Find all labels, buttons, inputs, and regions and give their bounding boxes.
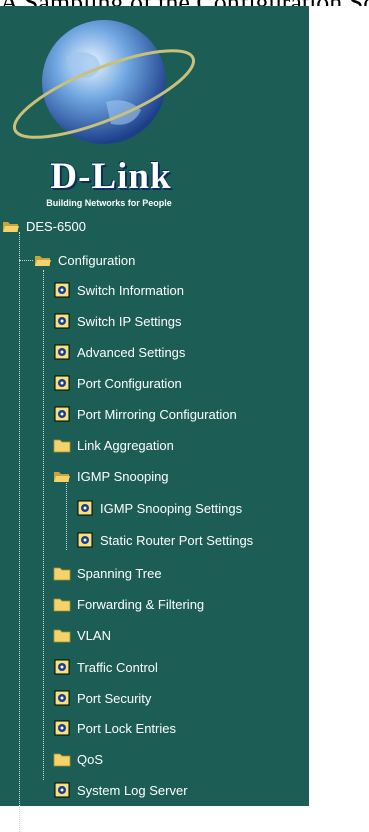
page-icon: [54, 282, 70, 298]
tree-item-label: VLAN: [77, 627, 111, 643]
tree-item-igmp-snooping-settings[interactable]: IGMP Snooping Settings: [76, 498, 242, 518]
dlink-logo: D-Link Building Networks for People: [6, 12, 212, 208]
page-icon: [77, 532, 93, 548]
tree-item-traffic-control[interactable]: Traffic Control: [53, 657, 158, 677]
tree-item-label: Port Mirroring Configuration: [77, 406, 237, 422]
folder-icon: [53, 598, 71, 612]
page-icon: [54, 720, 70, 736]
tree-item-static-router-port-settings[interactable]: Static Router Port Settings: [76, 530, 253, 550]
tree-item-qos[interactable]: QoS: [53, 749, 103, 769]
tree-node-configuration[interactable]: Configuration: [34, 250, 135, 270]
tree-item-label: Forwarding & Filtering: [77, 596, 205, 612]
tree-item-advanced-settings[interactable]: Advanced Settings: [53, 342, 185, 362]
tree-root-label: DES-6500: [26, 218, 86, 234]
tree-item-switch-ip-settings[interactable]: Switch IP Settings: [53, 311, 182, 331]
page-icon: [54, 313, 70, 329]
open-folder-icon: [54, 472, 70, 482]
brand-tagline: Building Networks for People: [46, 198, 172, 208]
page-icon: [54, 659, 70, 675]
tree-item-label: Traffic Control: [77, 659, 158, 675]
globe-icon: [12, 20, 196, 144]
tree-item-switch-information[interactable]: Switch Information: [53, 280, 184, 300]
tree-item-label: Static Router Port Settings: [100, 532, 254, 548]
tree-item-system-log-server[interactable]: System Log Server: [53, 780, 188, 800]
tree-item-label: System Log Server: [77, 782, 188, 798]
tree-item-label: QoS: [77, 751, 104, 767]
page-icon: [54, 690, 70, 706]
page-icon: [54, 782, 70, 798]
tree-item-igmp-snooping[interactable]: IGMP Snooping: [53, 466, 169, 486]
tree-item-port-lock-entries[interactable]: Port Lock Entries: [53, 718, 176, 738]
tree-item-label: Advanced Settings: [77, 344, 186, 360]
open-folder-icon: [3, 222, 19, 232]
folder-icon: [53, 439, 71, 453]
tree-item-vlan[interactable]: VLAN: [53, 625, 111, 645]
tree-item-label: IGMP Snooping Settings: [100, 500, 243, 516]
navigation-panel: D-Link Building Networks for People DES-…: [0, 6, 309, 832]
tree-item-forwarding-filtering[interactable]: Forwarding & Filtering: [53, 594, 204, 614]
tree-item-label: Switch Information: [77, 282, 184, 298]
page-icon: [54, 375, 70, 391]
tree-item-label: Port Lock Entries: [77, 720, 176, 736]
tree-item-port-configuration[interactable]: Port Configuration: [53, 373, 182, 393]
tree-item-port-mirroring[interactable]: Port Mirroring Configuration: [53, 404, 237, 424]
right-background: [309, 6, 369, 806]
tree-item-port-security[interactable]: Port Security: [53, 688, 151, 708]
tree-item-label: Port Configuration: [77, 375, 182, 391]
folder-icon: [53, 753, 71, 767]
folder-icon: [53, 629, 71, 643]
tree-item-label: Link Aggregation: [77, 437, 174, 453]
tree-root-des-6500[interactable]: DES-6500: [2, 216, 86, 236]
page-icon: [77, 500, 93, 516]
tree-item-label: Port Security: [77, 690, 152, 706]
folder-icon: [53, 567, 71, 581]
tree-item-label: Switch IP Settings: [77, 313, 182, 329]
tree-item-label: IGMP Snooping: [77, 468, 169, 484]
tree-item-link-aggregation[interactable]: Link Aggregation: [53, 435, 174, 455]
configuration-label: Configuration: [58, 252, 136, 268]
open-folder-icon: [35, 256, 51, 266]
brand-name: D-Link: [50, 156, 172, 197]
tree-item-spanning-tree[interactable]: Spanning Tree: [53, 563, 162, 583]
tree-item-label: Spanning Tree: [77, 565, 162, 581]
page-icon: [54, 344, 70, 360]
page-icon: [54, 406, 70, 422]
